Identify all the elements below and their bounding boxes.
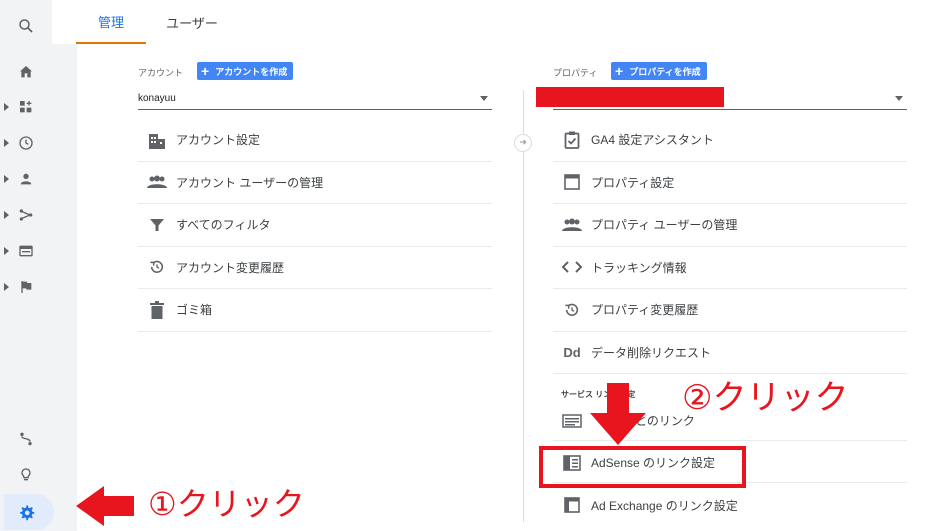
code-icon [553,260,591,274]
home-icon[interactable] [8,54,44,90]
link-item-label: Ad Exchange のリンク設定 [591,498,738,513]
ga4-setup-assistant-item[interactable]: GA4 設定アシスタント [553,119,907,162]
adexchange-icon [553,497,591,513]
account-users-item[interactable]: アカウント ユーザーの管理 [138,162,492,204]
realtime-clock-icon[interactable] [8,125,44,161]
chevron-down-icon [895,96,903,101]
account-selector[interactable]: konayuu [138,88,492,110]
audience-person-icon[interactable] [8,161,44,197]
chevron-down-icon [480,96,488,101]
menu-item-label: トラッキング情報 [591,260,687,275]
ads-icon [553,413,591,428]
menu-item-label: アカウント変更履歴 [176,260,285,275]
arrow-right-icon: ➜ [514,134,532,152]
ad-exchange-link-item[interactable]: Ad Exchange のリンク設定 [553,485,907,525]
create-property-button[interactable]: + プロパティを作成 [611,62,707,80]
create-account-label: アカウントを作成 [215,66,288,77]
all-filters-item[interactable]: すべてのフィルタ [138,204,492,247]
menu-item-label: ゴミ箱 [176,303,213,318]
plus-icon: + [201,63,210,79]
top-tab-bar: 管理 ユーザー [52,0,932,44]
search-icon[interactable] [8,8,44,44]
menu-item-label: アカウント ユーザーの管理 [176,175,324,190]
customization-icon[interactable] [8,89,44,125]
menu-item-label: プロパティ変更履歴 [591,303,699,318]
property-users-item[interactable]: プロパティ ユーザーの管理 [553,204,907,247]
attribution-route-icon[interactable] [8,421,44,457]
filter-icon [138,217,176,233]
people-icon [138,175,176,189]
discover-lightbulb-icon[interactable] [8,457,44,493]
tab-admin[interactable]: 管理 [76,0,146,44]
admin-gear-icon[interactable] [8,494,44,530]
redaction-block [536,87,724,107]
analytics-admin-page: 管理 ユーザー アカウント + アカウントを作成 konayuu アカウント設定… [0,0,932,531]
trash-item[interactable]: ゴミ箱 [138,289,492,332]
account-menu: アカウント設定 アカウント ユーザーの管理 すべてのフィルタ アカウント変更履歴… [138,119,492,332]
property-settings-item[interactable]: プロパティ設定 [553,162,907,204]
menu-item-label: すべてのフィルタ [176,218,271,233]
adsense-highlight-box [539,446,746,488]
step1-click-annotation: ①クリック [148,485,305,523]
arrow-left-annotation-icon [76,486,134,526]
menu-item-label: データ削除リクエスト [591,345,712,360]
history-icon [138,259,176,275]
trash-icon [138,300,176,319]
left-nav-rail [0,0,54,531]
data-deletion-request-item[interactable]: Dd データ削除リクエスト [553,332,907,374]
arrow-down-annotation-icon [590,383,646,445]
account-settings-item[interactable]: アカウント設定 [138,119,492,162]
menu-item-label: プロパティ ユーザーの管理 [591,218,738,233]
menu-item-label: アカウント設定 [176,133,261,148]
people-icon [553,218,591,232]
account-column-label: アカウント [138,68,184,78]
step2-click-annotation: ②クリック [682,378,849,418]
property-change-history-item[interactable]: プロパティ変更履歴 [553,289,907,332]
dd-icon: Dd [563,344,581,360]
property-column-label: プロパティ [553,68,598,78]
window-icon [553,174,591,191]
building-icon [138,131,176,149]
conversions-flag-icon[interactable] [8,269,44,305]
column-divider [523,90,524,522]
account-selected-value: konayuu [138,93,176,104]
menu-item-label: GA4 設定アシスタント [591,133,714,148]
tab-user[interactable]: ユーザー [152,0,232,44]
create-account-button[interactable]: + アカウントを作成 [197,62,294,80]
create-property-label: プロパティを作成 [629,66,701,77]
plus-icon: + [615,63,624,79]
property-menu: GA4 設定アシスタント プロパティ設定 プロパティ ユーザーの管理 トラッキン… [553,119,907,374]
tracking-info-item[interactable]: トラッキング情報 [553,247,907,289]
account-change-history-item[interactable]: アカウント変更履歴 [138,247,492,289]
history-icon [553,302,591,318]
clipboard-check-icon [553,131,591,149]
acquisition-icon[interactable] [8,197,44,233]
menu-item-label: プロパティ設定 [591,175,675,190]
behavior-window-icon[interactable] [8,233,44,269]
